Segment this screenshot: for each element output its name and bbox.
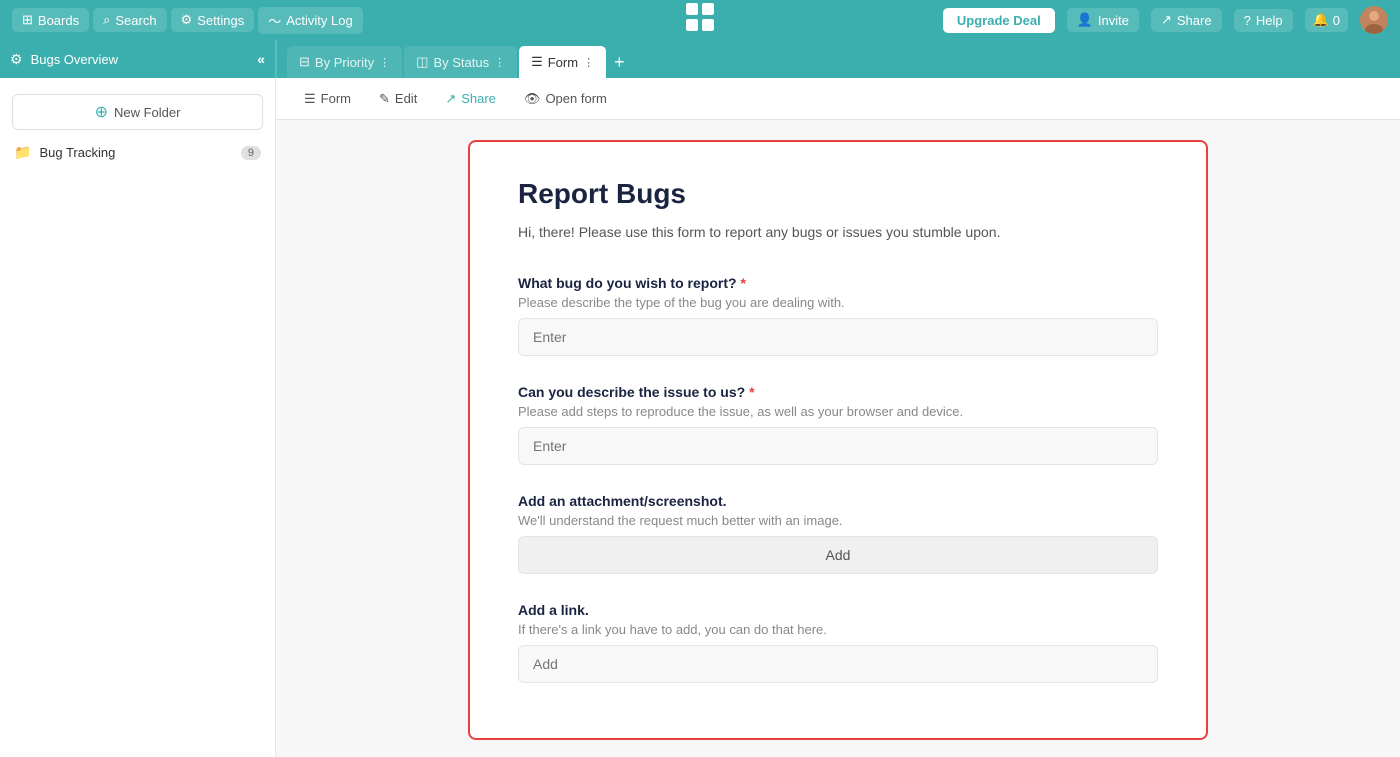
- new-folder-icon: ⊕: [95, 102, 108, 122]
- bug-report-input[interactable]: [518, 318, 1158, 356]
- share-form-label: Share: [461, 91, 496, 106]
- tab-options-icon: ⋮: [379, 56, 390, 69]
- form-title: Report Bugs: [518, 178, 1158, 210]
- tab-bar: ⊟ By Priority ⋮ ◫ By Status ⋮ ☰ Form ⋮ +: [276, 40, 641, 78]
- settings-label: Settings: [197, 13, 244, 28]
- top-nav-left: Boards Search Settings 〜 Activity Log: [12, 7, 363, 34]
- top-nav: Boards Search Settings 〜 Activity Log Up…: [0, 0, 1400, 40]
- table-icon: ⊟: [299, 54, 310, 70]
- form-action-bar: ☰ Form ✎ Edit ↗ Share 👁 Open form: [276, 78, 1400, 120]
- form-action-label: Form: [321, 91, 351, 106]
- status-icon: ◫: [416, 54, 428, 70]
- notification-button[interactable]: 🔔 0: [1305, 8, 1348, 32]
- sidebar-item-bug-tracking[interactable]: 📁 Bug Tracking 9: [0, 136, 275, 169]
- share-label: Share: [1177, 13, 1212, 28]
- activity-icon: 〜: [268, 11, 281, 30]
- app-logo: [684, 1, 716, 39]
- search-button[interactable]: Search: [93, 8, 166, 32]
- form-action-icon: ☰: [304, 91, 316, 107]
- tab-status-options-icon: ⋮: [494, 56, 505, 69]
- avatar[interactable]: [1360, 6, 1388, 34]
- field-issue-description-hint: Please add steps to reproduce the issue,…: [518, 404, 1158, 419]
- edit-icon: ✎: [379, 91, 390, 107]
- search-label: Search: [115, 13, 156, 28]
- collapse-sidebar-button[interactable]: «: [257, 51, 265, 67]
- required-star-2: *: [749, 384, 754, 400]
- activity-log-button[interactable]: 〜 Activity Log: [258, 7, 363, 34]
- tab-by-priority-label: By Priority: [315, 55, 374, 70]
- form-card: Report Bugs Hi, there! Please use this f…: [468, 140, 1208, 740]
- share-form-icon: ↗: [445, 91, 456, 107]
- field-bug-report: What bug do you wish to report? * Please…: [518, 275, 1158, 356]
- content-area: ☰ Form ✎ Edit ↗ Share 👁 Open form Report…: [276, 78, 1400, 757]
- boards-button[interactable]: Boards: [12, 8, 89, 32]
- edit-button[interactable]: ✎ Edit: [367, 86, 429, 112]
- form-preview-wrapper: Report Bugs Hi, there! Please use this f…: [276, 120, 1400, 757]
- settings-button[interactable]: Settings: [171, 8, 255, 32]
- activity-label: Activity Log: [286, 13, 352, 28]
- add-tab-button[interactable]: +: [608, 46, 631, 78]
- add-tab-icon: +: [614, 52, 625, 73]
- required-star-1: *: [741, 275, 746, 291]
- sub-header-row: ⚙ Bugs Overview « ⊟ By Priority ⋮ ◫ By S…: [0, 40, 1400, 78]
- form-tab-icon: ☰: [531, 54, 543, 70]
- field-issue-description-label: Can you describe the issue to us? *: [518, 384, 1158, 400]
- tab-form[interactable]: ☰ Form ⋮: [519, 46, 606, 78]
- open-form-icon: 👁: [524, 91, 541, 107]
- form-tab-action[interactable]: ☰ Form: [292, 86, 363, 112]
- field-attachment-label: Add an attachment/screenshot.: [518, 493, 1158, 509]
- tab-by-status[interactable]: ◫ By Status ⋮: [404, 46, 517, 78]
- edit-label: Edit: [395, 91, 417, 106]
- link-input[interactable]: [518, 645, 1158, 683]
- upgrade-label: Upgrade Deal: [957, 13, 1041, 28]
- tab-by-priority[interactable]: ⊟ By Priority ⋮: [287, 46, 402, 78]
- invite-button[interactable]: 👤 Invite: [1067, 8, 1139, 32]
- boards-icon: [22, 12, 33, 28]
- field-attachment: Add an attachment/screenshot. We'll unde…: [518, 493, 1158, 574]
- help-button[interactable]: ? Help: [1234, 9, 1293, 32]
- add-attachment-button[interactable]: Add: [518, 536, 1158, 574]
- field-link-label: Add a link.: [518, 602, 1158, 618]
- field-bug-report-hint: Please describe the type of the bug you …: [518, 295, 1158, 310]
- new-folder-button[interactable]: ⊕ New Folder: [12, 94, 263, 130]
- field-attachment-hint: We'll understand the request much better…: [518, 513, 1158, 528]
- issue-description-input[interactable]: [518, 427, 1158, 465]
- settings-icon: [181, 12, 193, 28]
- invite-label: Invite: [1098, 13, 1129, 28]
- breadcrumb-title: Bugs Overview: [31, 52, 250, 67]
- main-layout: ⊕ New Folder 📁 Bug Tracking 9 ☰ Form ✎ E…: [0, 78, 1400, 757]
- help-icon: ?: [1244, 13, 1251, 28]
- field-bug-report-label: What bug do you wish to report? *: [518, 275, 1158, 291]
- tab-form-options-icon: ⋮: [583, 56, 594, 69]
- share-form-button[interactable]: ↗ Share: [433, 86, 508, 112]
- upgrade-deal-button[interactable]: Upgrade Deal: [943, 8, 1055, 33]
- folder-icon: 📁: [14, 144, 31, 161]
- sidebar-badge: 9: [241, 146, 261, 160]
- help-label: Help: [1256, 13, 1283, 28]
- share-button[interactable]: ↗ Share: [1151, 8, 1222, 32]
- open-form-label: Open form: [545, 91, 606, 106]
- boards-label: Boards: [38, 13, 79, 28]
- bell-icon: 🔔: [1313, 12, 1329, 28]
- field-issue-description: Can you describe the issue to us? * Plea…: [518, 384, 1158, 465]
- sidebar-item-label: Bug Tracking: [39, 145, 115, 160]
- form-subtitle: Hi, there! Please use this form to repor…: [518, 222, 1158, 243]
- share-icon: ↗: [1161, 12, 1172, 28]
- sidebar: ⊕ New Folder 📁 Bug Tracking 9: [0, 78, 276, 757]
- open-form-button[interactable]: 👁 Open form: [512, 86, 619, 112]
- collapse-icon: «: [257, 51, 265, 67]
- field-link-hint: If there's a link you have to add, you c…: [518, 622, 1158, 637]
- new-folder-label: New Folder: [114, 105, 180, 120]
- settings-gear-icon: ⚙: [10, 51, 23, 68]
- sidebar-header: ⚙ Bugs Overview «: [0, 40, 276, 78]
- notification-count: 0: [1333, 13, 1340, 28]
- invite-icon: 👤: [1077, 12, 1093, 28]
- search-icon: [103, 12, 110, 28]
- tab-by-status-label: By Status: [433, 55, 489, 70]
- tab-form-label: Form: [548, 55, 578, 70]
- field-link: Add a link. If there's a link you have t…: [518, 602, 1158, 683]
- top-nav-right: Upgrade Deal 👤 Invite ↗ Share ? Help 🔔 0: [943, 6, 1388, 34]
